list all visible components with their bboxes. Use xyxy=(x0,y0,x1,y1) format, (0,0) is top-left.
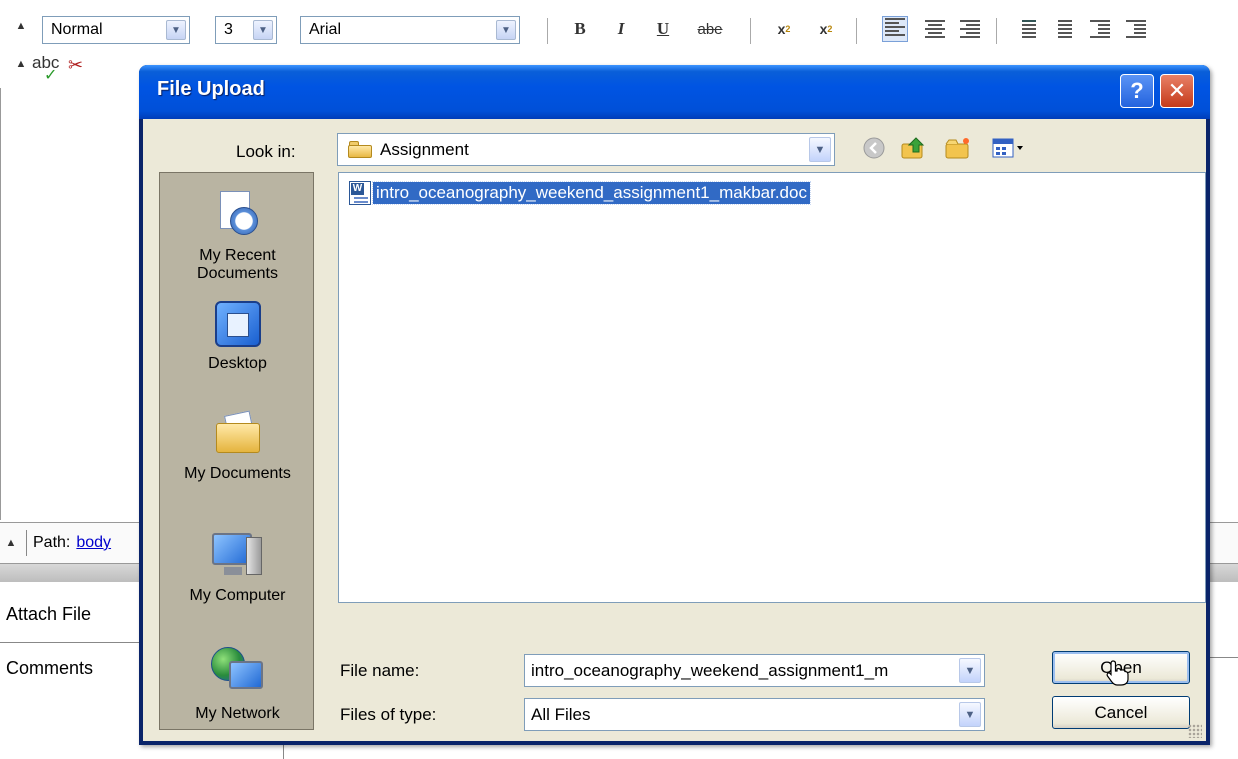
look-in-select[interactable]: Assignment ▼ xyxy=(337,133,835,166)
up-folder-icon[interactable] xyxy=(901,136,927,160)
chevron-down-icon[interactable]: ▼ xyxy=(253,20,273,40)
back-arrow-icon[interactable] xyxy=(862,136,886,160)
checkmark-icon: ✓ xyxy=(44,67,58,84)
align-center-icon[interactable] xyxy=(925,20,945,38)
place-my-documents[interactable]: My Documents xyxy=(160,409,315,483)
cancel-button[interactable]: Cancel xyxy=(1052,696,1190,729)
word-document-icon xyxy=(349,181,371,205)
underline-button[interactable]: U xyxy=(653,14,673,44)
path-divider xyxy=(26,530,27,556)
place-label: My Recent xyxy=(199,247,276,264)
toolbar-collapse-icon[interactable]: ▲ xyxy=(10,20,32,32)
help-button[interactable]: ? xyxy=(1120,74,1154,108)
path-collapse-icon[interactable]: ▲ xyxy=(0,537,22,549)
path-label: Path: xyxy=(33,534,71,551)
cut-icon[interactable]: ✂ xyxy=(68,55,83,76)
desktop-icon xyxy=(214,301,261,347)
file-item-name: intro_oceanography_weekend_assignment1_m… xyxy=(372,181,811,205)
dialog-title: File Upload xyxy=(157,78,265,100)
look-in-label-text: Look in: xyxy=(236,142,296,161)
resize-grip[interactable] xyxy=(1188,724,1202,738)
place-my-recent-documents[interactable]: My Recent Documents xyxy=(160,191,315,283)
place-label: My Network xyxy=(195,705,280,722)
place-desktop[interactable]: Desktop xyxy=(160,301,315,373)
style-select[interactable]: Normal ▼ xyxy=(42,16,190,44)
place-my-network[interactable]: My Network xyxy=(160,647,315,723)
dialog-titlebar[interactable]: File Upload ? ✕ xyxy=(139,65,1210,119)
strikethrough-button[interactable]: abe xyxy=(690,14,730,44)
my-computer-icon xyxy=(211,529,264,579)
place-label: Desktop xyxy=(208,355,267,372)
chevron-down-icon[interactable]: ▼ xyxy=(959,658,981,683)
chevron-down-icon[interactable]: ▼ xyxy=(496,20,516,40)
file-name-input[interactable]: intro_oceanography_weekend_assignment1_m… xyxy=(524,654,985,687)
toolbar-divider xyxy=(547,18,548,44)
attach-file-label: Attach File xyxy=(6,604,92,624)
font-select[interactable]: Arial ▼ xyxy=(300,16,520,44)
italic-button[interactable]: I xyxy=(611,14,631,44)
place-label: Documents xyxy=(197,265,278,282)
file-list[interactable]: intro_oceanography_weekend_assignment1_m… xyxy=(338,172,1206,603)
size-select[interactable]: 3 ▼ xyxy=(215,16,277,44)
file-upload-dialog: File Upload ? ✕ Look in: Assignment ▼ My… xyxy=(139,65,1210,745)
place-my-computer[interactable]: My Computer xyxy=(160,529,315,605)
places-bar: My Recent Documents Desktop My Documents… xyxy=(159,172,314,730)
indent-icon[interactable] xyxy=(1126,20,1146,38)
view-menu-icon[interactable] xyxy=(991,136,1027,160)
style-select-value: Normal xyxy=(51,21,103,38)
place-label: My Documents xyxy=(184,465,291,482)
folder-icon xyxy=(348,141,372,158)
form-divider xyxy=(0,642,139,643)
toolbar-divider xyxy=(750,18,751,44)
chevron-down-icon[interactable]: ▼ xyxy=(809,137,831,162)
subscript-button[interactable]: x2 xyxy=(770,14,798,44)
place-label: My Computer xyxy=(189,587,286,604)
path-link-body[interactable]: body xyxy=(76,534,111,552)
superscript-button[interactable]: x2 xyxy=(812,14,840,44)
font-select-value: Arial xyxy=(309,21,342,38)
toolbar-divider xyxy=(856,18,857,44)
file-name-label-text: File name: xyxy=(340,661,420,680)
align-left-icon[interactable] xyxy=(882,16,908,42)
look-in-value-wrap: Assignment xyxy=(338,140,809,160)
hand-cursor-icon xyxy=(1106,660,1129,686)
bulleted-list-icon[interactable] xyxy=(1052,20,1072,38)
new-folder-icon[interactable] xyxy=(945,136,971,160)
bold-button[interactable]: B xyxy=(569,14,591,44)
subscript-label: x xyxy=(777,21,786,37)
close-button[interactable]: ✕ xyxy=(1160,74,1194,108)
form-column-divider xyxy=(283,745,284,759)
file-name-label: File name: xyxy=(340,661,419,681)
file-type-label: Files of type: xyxy=(340,705,436,725)
file-type-select[interactable]: All Files ▼ xyxy=(524,698,985,731)
file-name-value: intro_oceanography_weekend_assignment1_m xyxy=(531,660,889,680)
chevron-down-icon[interactable]: ▼ xyxy=(166,20,186,40)
numbered-list-icon[interactable] xyxy=(1016,20,1036,38)
size-select-value: 3 xyxy=(224,21,233,38)
chevron-down-icon[interactable]: ▼ xyxy=(959,702,981,727)
recent-documents-icon xyxy=(216,191,260,239)
file-type-label-text: Files of type: xyxy=(340,705,437,724)
outdent-icon[interactable] xyxy=(1090,20,1110,38)
my-network-icon xyxy=(210,647,265,697)
comments-label: Comments xyxy=(6,658,94,678)
align-right-icon[interactable] xyxy=(960,20,980,38)
dialog-body: Look in: Assignment ▼ My Recent Document… xyxy=(143,119,1206,741)
look-in-label: Look in: xyxy=(236,142,296,162)
superscript-label: x xyxy=(819,21,828,37)
file-type-value: All Files xyxy=(531,704,591,724)
my-documents-icon xyxy=(214,409,262,457)
toolbar-divider xyxy=(996,18,997,44)
toolbar-collapse-icon[interactable]: ▲ xyxy=(10,58,32,70)
look-in-value: Assignment xyxy=(380,139,469,159)
file-item[interactable]: intro_oceanography_weekend_assignment1_m… xyxy=(349,181,811,205)
